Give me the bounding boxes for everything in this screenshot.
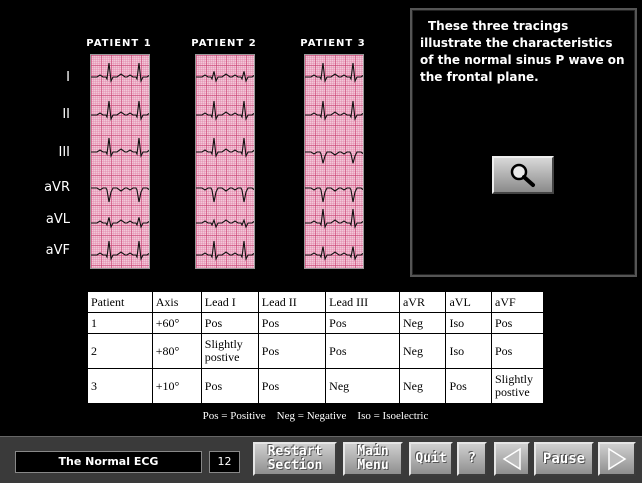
ecg-trace-line [305, 246, 363, 261]
table-cell: Pos [257, 368, 327, 404]
ecg-trace-line [91, 187, 149, 203]
main-menu-label-line2: Menu [357, 458, 389, 473]
col-header-axis: Axis [151, 291, 202, 313]
lead-label-avr: aVR [44, 180, 70, 195]
ecg-trace-line [91, 100, 149, 121]
right-triangle-icon [608, 447, 627, 471]
ecg-trace-line [196, 187, 254, 203]
ecg-trace-line [91, 217, 149, 229]
section-title: The Normal ECG [15, 451, 202, 473]
lead-label-iii: III [58, 145, 70, 160]
table-cell: Slightly postive [200, 333, 259, 369]
lead-label-ii: II [62, 107, 70, 122]
ecg-trace-line [305, 208, 363, 229]
help-button[interactable]: ? [457, 442, 487, 476]
table-cell: 2 [87, 333, 153, 369]
table-cell: Neg [325, 368, 400, 404]
ecg-tracing-1 [91, 62, 149, 261]
page-number: 12 [209, 451, 240, 473]
ecg-trace-line [196, 71, 254, 83]
patient-1-header: PATIENT 1 [86, 38, 152, 49]
ecg-trace-line [196, 137, 254, 158]
table-cell: Pos [445, 368, 492, 404]
table-cell: Iso [445, 312, 492, 334]
table-cell: Pos [200, 368, 259, 404]
ecg-trace-line [196, 240, 254, 261]
zoom-button[interactable] [492, 156, 554, 194]
table-cell: Neg [398, 312, 447, 334]
table-cell: Pos [325, 312, 400, 334]
bottom-toolbar: The Normal ECG 12 Restart Section Main M… [0, 436, 642, 483]
ecg-strip-patient-3 [304, 54, 364, 269]
table-cell: Neg [398, 333, 447, 369]
table-cell: 3 [87, 368, 153, 404]
ecg-trace-line [305, 62, 363, 83]
lead-label-avl: aVL [45, 212, 70, 227]
table-cell: 1 [87, 312, 153, 334]
magnifier-icon [510, 163, 535, 187]
table-cell: Pos [257, 333, 327, 369]
table-cell: Neg [398, 368, 447, 404]
table-cell: Pos [325, 333, 400, 369]
ecg-trace-line [305, 151, 363, 164]
info-panel: These three tracings illustrate the char… [410, 8, 637, 277]
ecg-trace-line [91, 137, 149, 158]
restart-label-line2: Section [267, 458, 323, 473]
help-label: ? [468, 451, 476, 466]
left-triangle-icon [502, 447, 521, 471]
table-cell: Pos [200, 312, 259, 334]
table-row: 2 +80° Slightly postive Pos Pos Neg Iso … [87, 333, 544, 369]
ecg-tracing-2 [196, 71, 254, 261]
pause-button[interactable]: Pause [534, 442, 594, 476]
col-header-lead-iii: Lead III [325, 291, 400, 313]
table-cell: Pos [491, 312, 544, 334]
col-header-avr: aVR [398, 291, 447, 313]
patient-2-header: PATIENT 2 [191, 38, 257, 49]
ecg-trace-line [196, 218, 254, 229]
restart-section-button[interactable]: Restart Section [253, 442, 337, 476]
ecg-strip-patient-2 [195, 54, 255, 269]
quit-label: Quit [415, 451, 447, 466]
col-header-lead-ii: Lead II [257, 291, 327, 313]
table-cell: +60° [151, 312, 202, 334]
ecg-trace-line [305, 100, 363, 121]
lead-label-i: I [66, 70, 70, 85]
table-row: 3 +10° Pos Pos Neg Neg Pos Slightly post… [87, 368, 544, 404]
table-cell: Iso [445, 333, 492, 369]
restart-label-line1: Restart [267, 444, 323, 459]
lead-label-avf: aVF [45, 243, 70, 258]
table-cell: +10° [151, 368, 202, 404]
col-header-avf: aVF [491, 291, 544, 313]
ecg-tracing-3 [305, 62, 363, 261]
ecg-trace-line [305, 187, 363, 203]
table-header-row: Patient Axis Lead I Lead II Lead III aVR… [87, 291, 544, 313]
next-button[interactable] [598, 442, 636, 476]
table-cell: +80° [151, 333, 202, 369]
previous-button[interactable] [494, 442, 530, 476]
info-panel-text: These three tracings illustrate the char… [420, 19, 625, 84]
p-wave-table: Patient Axis Lead I Lead II Lead III aVR… [87, 291, 544, 404]
col-header-avl: aVL [445, 291, 492, 313]
table-cell: Pos [491, 333, 544, 369]
patient-3-header: PATIENT 3 [300, 38, 366, 49]
table-cell: Pos [257, 312, 327, 334]
col-header-patient: Patient [87, 291, 153, 313]
quit-button[interactable]: Quit [409, 442, 453, 476]
ecg-trace-line [196, 100, 254, 121]
table-cell: Slightly postive [491, 368, 544, 404]
main-menu-button[interactable]: Main Menu [343, 442, 403, 476]
table-legend: Pos = Positive Neg = Negative Iso = Isoe… [202, 410, 429, 422]
ecg-trace-line [91, 240, 149, 261]
ecg-strip-patient-1 [90, 54, 150, 269]
pause-label: Pause [542, 451, 586, 467]
main-menu-label-line1: Main [357, 444, 389, 459]
table-row: 1 +60° Pos Pos Pos Neg Iso Pos [87, 312, 544, 334]
col-header-lead-i: Lead I [200, 291, 259, 313]
ecg-trace-line [91, 62, 149, 83]
